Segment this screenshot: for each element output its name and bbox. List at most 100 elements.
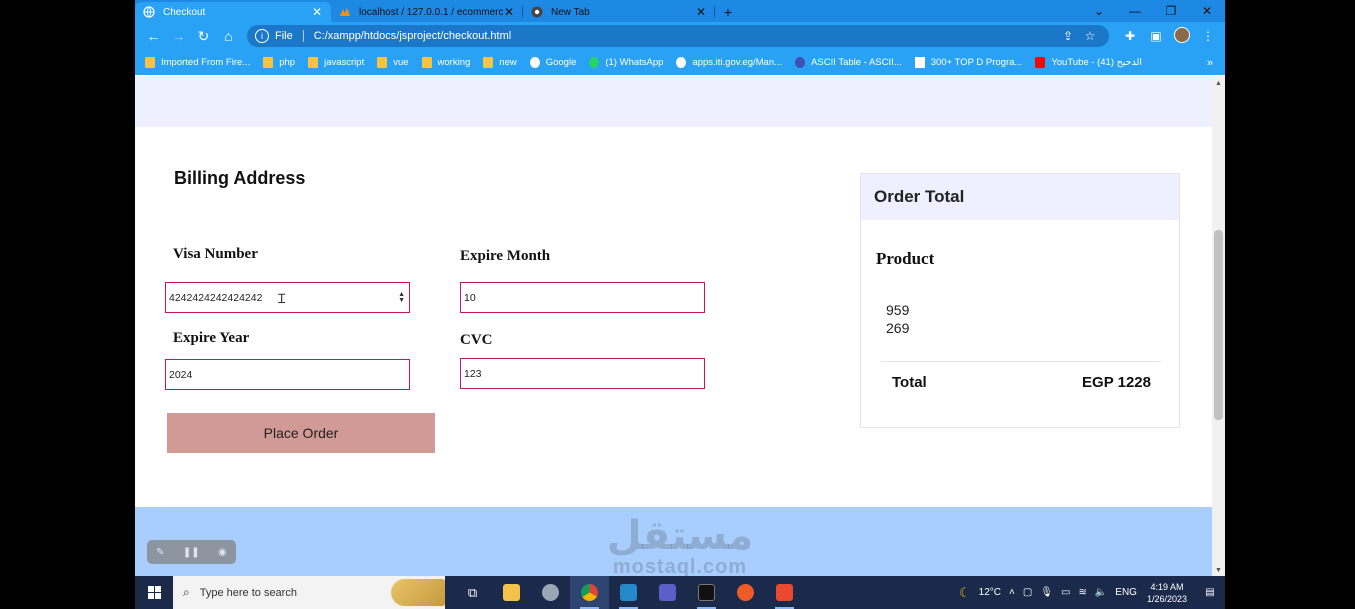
folder-icon	[377, 57, 388, 68]
meet-icon[interactable]: ▢	[1023, 587, 1032, 598]
forward-arrow-icon[interactable]: →	[166, 28, 191, 44]
task-view-icon[interactable]: ⧉	[453, 576, 492, 609]
teams-icon[interactable]	[648, 576, 687, 609]
info-icon[interactable]: i	[255, 29, 269, 43]
expire-year-input[interactable]: 2024	[165, 359, 410, 390]
billing-address-title: Billing Address	[174, 168, 306, 188]
close-tab-icon[interactable]: ✕	[311, 5, 323, 19]
order-total-title: Order Total	[861, 174, 1179, 220]
scrollbar-thumb[interactable]	[1214, 230, 1223, 420]
weather-moon-icon[interactable]: ☾	[959, 585, 971, 601]
number-spinner-icon[interactable]: ▲ ▼	[398, 291, 405, 304]
folder-icon	[308, 57, 319, 68]
app-icon[interactable]	[531, 576, 570, 609]
terminal-icon[interactable]	[687, 576, 726, 609]
minimize-icon[interactable]: —	[1117, 4, 1153, 18]
tab-phpmyadmin[interactable]: localhost / 127.0.0.1 / ecommerce ✕	[331, 2, 523, 22]
browser-toolbar: ← → ↻ ⌂ i File C:/xampp/htdocs/jsproject…	[135, 22, 1225, 50]
wifi-icon[interactable]: ≋	[1078, 587, 1086, 598]
bookmark-item[interactable]: ASCII Table - ASCII...	[795, 57, 902, 68]
visa-number-label: Visa Number	[173, 246, 258, 262]
home-icon[interactable]: ⌂	[216, 28, 241, 44]
menu-kebab-icon[interactable]: ⋮	[1195, 29, 1221, 43]
place-order-button[interactable]: Place Order	[167, 413, 435, 453]
new-tab-button[interactable]: +	[717, 2, 739, 22]
tray-overflow-icon[interactable]: ˄	[1009, 587, 1015, 598]
side-panel-icon[interactable]: ▣	[1143, 29, 1169, 43]
language-indicator[interactable]: ENG	[1115, 587, 1137, 598]
vscode-icon[interactable]	[609, 576, 648, 609]
page-scrollbar[interactable]: ▲ ▼	[1212, 76, 1225, 576]
restore-icon[interactable]: ❐	[1153, 4, 1189, 18]
text-cursor-icon: Ɪ	[278, 291, 286, 306]
file-explorer-icon[interactable]	[492, 576, 531, 609]
order-item-price: 269	[886, 320, 910, 336]
whatsapp-icon	[589, 57, 600, 68]
tab-label: Checkout	[163, 6, 206, 18]
bookmark-item[interactable]: working	[421, 57, 470, 68]
window-controls: ⌄ — ❐ ✕	[1081, 0, 1225, 22]
close-window-icon[interactable]: ✕	[1189, 4, 1225, 18]
pause-icon[interactable]: ❚❚	[183, 547, 200, 558]
weather-temperature[interactable]: 12°C	[979, 587, 1001, 598]
order-items: 959 269	[886, 301, 909, 337]
total-label: Total	[892, 374, 927, 391]
webcam-icon[interactable]: ◉	[218, 547, 227, 558]
back-arrow-icon[interactable]: ←	[141, 28, 166, 44]
cvc-label: CVC	[460, 332, 493, 348]
bookmark-star-icon[interactable]: ☆	[1079, 29, 1101, 43]
folder-icon	[421, 57, 432, 68]
notifications-icon[interactable]: ▤	[1195, 587, 1225, 598]
total-value: EGP 1228	[1082, 374, 1151, 391]
order-divider	[881, 361, 1161, 362]
scroll-down-icon[interactable]: ▼	[1212, 567, 1225, 574]
bookmark-item[interactable]: 300+ TOP D Progra...	[914, 57, 1022, 68]
postman-icon[interactable]	[726, 576, 765, 609]
product-heading: Product	[876, 249, 935, 268]
chrome-taskbar-icon[interactable]	[570, 576, 609, 609]
address-url[interactable]: C:/xampp/htdocs/jsproject/checkout.html	[314, 30, 1057, 42]
bookmarks-overflow-icon[interactable]: »	[1207, 57, 1213, 69]
taskbar-search[interactable]: ⌕ Type here to search	[173, 576, 445, 609]
visa-number-input[interactable]: 4242424242424242 Ɪ ▲ ▼	[165, 282, 410, 313]
cvc-input[interactable]: 123	[460, 358, 705, 389]
tab-checkout[interactable]: Checkout ✕	[135, 2, 331, 22]
clock[interactable]: 4:19 AM 1/26/2023	[1147, 581, 1187, 605]
bookmark-item[interactable]: new	[483, 57, 517, 68]
microphone-icon[interactable]: 🎙	[1040, 587, 1053, 598]
clock-time: 4:19 AM	[1150, 581, 1184, 592]
search-highlight-image	[391, 579, 445, 606]
tab-search-icon[interactable]: ⌄	[1081, 4, 1117, 18]
bookmark-item[interactable]: Google	[529, 57, 576, 68]
bookmark-item[interactable]: apps.iti.gov.eg/Man...	[676, 57, 782, 68]
volume-icon[interactable]: 🔈	[1095, 587, 1107, 598]
avatar[interactable]	[1169, 26, 1195, 46]
reload-icon[interactable]: ↻	[191, 28, 216, 45]
expire-month-input[interactable]: 10	[460, 282, 705, 313]
extensions-icon[interactable]: ✚	[1117, 29, 1143, 43]
battery-icon[interactable]: ▭	[1061, 587, 1070, 598]
sublime-icon[interactable]	[765, 576, 804, 609]
bookmark-item[interactable]: vue	[377, 57, 409, 68]
address-bar[interactable]: i File C:/xampp/htdocs/jsproject/checkou…	[247, 25, 1109, 47]
header-band	[135, 76, 1212, 127]
bookmark-item[interactable]: javascript	[308, 57, 364, 68]
bookmark-item[interactable]: YouTube - الدحيح (41)	[1035, 57, 1142, 68]
bookmark-item[interactable]: Imported From Fire...	[145, 57, 250, 68]
screen: Checkout ✕ localhost / 127.0.0.1 / ecomm…	[135, 0, 1225, 609]
start-button[interactable]	[135, 576, 173, 609]
globe-icon	[143, 6, 155, 18]
bookmark-item[interactable]: (1) WhatsApp	[589, 57, 663, 68]
share-icon[interactable]: ⇪	[1057, 29, 1079, 43]
bookmark-item[interactable]: php	[263, 57, 295, 68]
close-tab-icon[interactable]: ✕	[503, 5, 515, 19]
page-viewport: Billing Address Visa Number 424242424242…	[135, 76, 1212, 576]
windows-logo-icon	[147, 586, 161, 599]
scroll-up-icon[interactable]: ▲	[1212, 80, 1225, 87]
system-tray: ☾ 12°C ˄ ▢ 🎙 ▭ ≋ 🔈 ENG 4:19 AM 1/26/2023…	[951, 576, 1225, 609]
edit-icon[interactable]: ✎	[156, 547, 164, 558]
tab-new-tab[interactable]: New Tab ✕	[523, 2, 715, 22]
close-tab-icon[interactable]: ✕	[695, 5, 707, 19]
e-icon	[914, 57, 925, 68]
youtube-icon	[1035, 57, 1046, 68]
